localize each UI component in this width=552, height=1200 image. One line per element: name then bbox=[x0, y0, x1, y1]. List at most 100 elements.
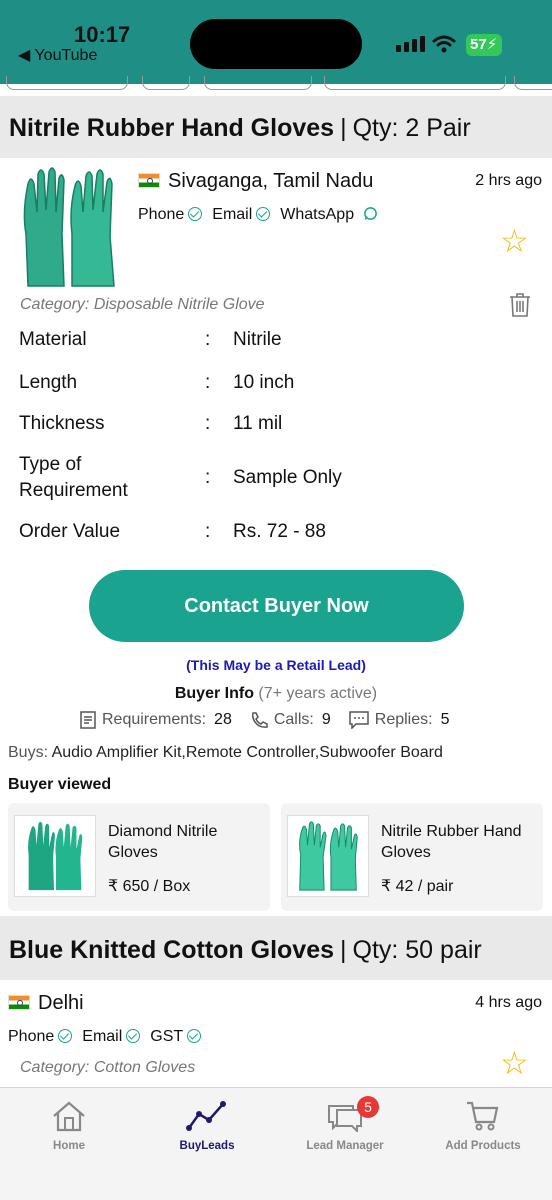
cart-icon bbox=[467, 1101, 499, 1131]
product-image[interactable] bbox=[20, 164, 120, 290]
check-circle-icon bbox=[58, 1029, 73, 1043]
product-thumbnail bbox=[287, 815, 369, 897]
viewed-product-name: Nitrile Rubber Hand Gloves bbox=[381, 823, 522, 861]
spec-row-requirement-type: Type of Requirement: Sample Only bbox=[19, 444, 539, 512]
spec-key: Thickness bbox=[19, 412, 105, 434]
nav-add-products-label: Add Products bbox=[445, 1140, 521, 1152]
nav-lead-manager[interactable]: 5 Lead Manager bbox=[285, 1096, 405, 1152]
lead-category: Category: Cotton Gloves bbox=[20, 1059, 196, 1076]
contact-verification: Phone Email GST bbox=[8, 1028, 202, 1046]
nav-buyleads[interactable]: BuyLeads bbox=[147, 1100, 267, 1152]
filter-chips[interactable] bbox=[0, 76, 552, 96]
check-circle-icon bbox=[187, 1029, 202, 1043]
email-label: Email bbox=[212, 206, 253, 223]
retail-lead-note: (This May be a Retail Lead) bbox=[186, 657, 366, 673]
replies-stat: Replies: 5 bbox=[349, 711, 450, 729]
gst-label: GST bbox=[150, 1028, 184, 1045]
chat-bubble-icon bbox=[349, 711, 369, 729]
lead-specs: Material: Nitrile Length:10 inch Thicknes… bbox=[19, 318, 539, 552]
spec-row-thickness: Thickness:11 mil bbox=[19, 403, 539, 444]
contact-buyer-button[interactable]: Contact Buyer Now bbox=[89, 570, 464, 642]
lead-title: Nitrile Rubber Hand Gloves bbox=[9, 114, 335, 142]
spec-value: 10 inch bbox=[233, 371, 295, 393]
requirements-stat: Requirements: 28 bbox=[80, 711, 232, 729]
spec-row-material: Material: Nitrile bbox=[19, 318, 539, 362]
delete-trash-icon[interactable] bbox=[509, 292, 531, 318]
buyer-info: Buyer Info (7+ years active) bbox=[0, 685, 552, 703]
home-icon bbox=[53, 1101, 85, 1132]
location-text: Delhi bbox=[38, 992, 84, 1014]
bottom-nav: Home BuyLeads 5 Lead Manager Add Product… bbox=[0, 1087, 552, 1200]
spec-row-order-value: Order Value: Rs. 72 - 88 bbox=[19, 512, 539, 552]
viewed-product-price: ₹ 42 / pair bbox=[381, 878, 454, 895]
spec-value: Sample Only bbox=[233, 467, 342, 488]
requirements-label: Requirements: bbox=[102, 711, 207, 728]
spec-row-length: Length:10 inch bbox=[19, 362, 539, 403]
spec-value: 11 mil bbox=[233, 412, 283, 434]
nav-add-products[interactable]: Add Products bbox=[423, 1100, 543, 1152]
requirements-count: 28 bbox=[214, 711, 232, 728]
india-flag-icon bbox=[138, 173, 160, 188]
lead-title-bar: Blue Knitted Cotton Gloves | Qty: 50 pair bbox=[0, 918, 552, 980]
gst-verified: GST bbox=[150, 1028, 202, 1046]
phone-verified: Phone bbox=[8, 1028, 73, 1046]
dynamic-island bbox=[190, 19, 362, 69]
buys-list: Audio Amplifier Kit,Remote Controller,Su… bbox=[51, 744, 443, 761]
calls-count: 9 bbox=[321, 711, 331, 728]
contact-verification: Phone Email WhatsApp bbox=[138, 206, 378, 224]
viewed-product-name: Diamond Nitrile Gloves bbox=[108, 823, 218, 861]
wifi-icon bbox=[432, 35, 456, 53]
nav-buyleads-label: BuyLeads bbox=[179, 1140, 235, 1152]
buyer-viewed-title: Buyer viewed bbox=[8, 776, 112, 793]
calls-label: Calls: bbox=[273, 711, 314, 728]
viewed-product-price: ₹ 650 / Box bbox=[108, 878, 191, 895]
email-verified: Email bbox=[82, 1028, 141, 1046]
phone-icon bbox=[251, 712, 268, 728]
lead-qty: Qty: 2 Pair bbox=[352, 114, 471, 142]
lead-location: Delhi bbox=[8, 992, 84, 1015]
viewed-product-card[interactable]: Nitrile Rubber Hand Gloves ₹ 42 / pair bbox=[281, 803, 543, 911]
viewed-product-card[interactable]: Diamond Nitrile Gloves ₹ 650 / Box bbox=[8, 803, 270, 911]
buyer-info-label: Buyer Info bbox=[174, 685, 254, 702]
document-icon bbox=[80, 711, 96, 729]
product-thumbnail bbox=[14, 815, 96, 897]
lead-title: Blue Knitted Cotton Gloves bbox=[9, 936, 334, 964]
replies-count: 5 bbox=[440, 711, 450, 728]
lead-time-ago: 2 hrs ago bbox=[475, 172, 542, 189]
battery-level: 57 bbox=[470, 36, 487, 53]
spec-key: Order Value bbox=[19, 521, 121, 542]
india-flag-icon bbox=[8, 995, 30, 1010]
calls-stat: Calls: 9 bbox=[250, 711, 331, 729]
location-text: Sivaganga, Tamil Nadu bbox=[168, 170, 374, 192]
lead-time-ago: 4 hrs ago bbox=[475, 994, 542, 1011]
lead-qty: Qty: 50 pair bbox=[352, 936, 482, 964]
nav-home[interactable]: Home bbox=[9, 1100, 129, 1152]
check-circle-icon bbox=[256, 207, 271, 221]
lead-title-bar: Nitrile Rubber Hand Gloves | Qty: 2 Pair bbox=[0, 96, 552, 158]
check-circle-icon bbox=[188, 207, 203, 221]
spec-key: Type of Requirement bbox=[19, 454, 128, 501]
lead-category: Category: Disposable Nitrile Glove bbox=[20, 296, 265, 313]
whatsapp-icon bbox=[363, 207, 377, 220]
spec-value: Rs. 72 - 88 bbox=[233, 521, 326, 542]
favorite-star-icon[interactable]: ☆ bbox=[500, 222, 529, 260]
phone-verified: Phone bbox=[138, 206, 203, 224]
phone-label: Phone bbox=[138, 206, 185, 223]
spec-key: Length bbox=[19, 371, 78, 393]
buyer-stats: Requirements: 28 Calls: 9 Replies: 5 bbox=[80, 711, 449, 729]
trend-chart-icon bbox=[186, 1101, 226, 1131]
nav-lead-manager-label: Lead Manager bbox=[306, 1140, 384, 1152]
spec-key: Material bbox=[19, 329, 87, 350]
signal-icon bbox=[396, 36, 425, 52]
email-label: Email bbox=[82, 1028, 123, 1045]
phone-label: Phone bbox=[8, 1028, 55, 1045]
whatsapp-available: WhatsApp bbox=[280, 206, 377, 224]
back-to-app-link[interactable]: ◀ YouTube bbox=[18, 45, 97, 65]
check-circle-icon bbox=[126, 1029, 141, 1043]
battery-icon: 57⚡ bbox=[466, 34, 502, 56]
buyer-active-years: (7+ years active) bbox=[258, 685, 378, 702]
whatsapp-label: WhatsApp bbox=[280, 206, 355, 223]
favorite-star-icon[interactable]: ☆ bbox=[500, 1044, 529, 1082]
lead-location: Sivaganga, Tamil Nadu bbox=[138, 170, 373, 193]
nav-home-label: Home bbox=[53, 1140, 85, 1152]
